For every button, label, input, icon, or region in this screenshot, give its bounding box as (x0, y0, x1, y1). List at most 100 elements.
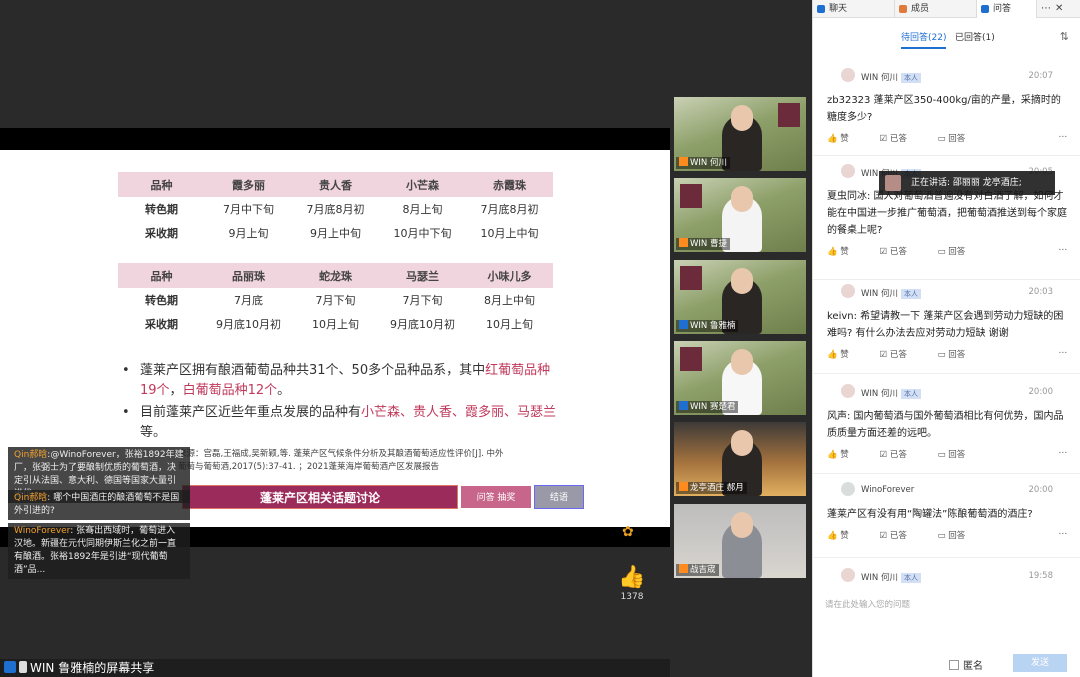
asker-name: WIN 何川本人 (861, 387, 921, 399)
share-status-bar: WIN 鲁雅楠的屏幕共享 (0, 659, 670, 677)
question-header: WIN 何川 本人 20:07 (827, 68, 1067, 86)
tab-pending[interactable]: 待回答(22) (901, 30, 947, 49)
like-action[interactable]: 👍 赞 (827, 531, 863, 541)
qa-lottery-button[interactable]: 问答 抽奖 (460, 485, 532, 509)
reply-action[interactable]: ▭ 回答 (938, 450, 980, 460)
tab-chat[interactable]: 聊天 (813, 0, 895, 18)
like-action[interactable]: 👍 赞 (827, 450, 863, 460)
more-icon[interactable]: ⋯ (1059, 132, 1068, 142)
question-input[interactable]: 请在此处输入您的问题 (813, 598, 1080, 610)
table-cell: 转色期 (145, 203, 178, 216)
table-cell: 10月上中旬 (480, 227, 539, 240)
more-options-icon[interactable]: ⋯ (1041, 0, 1051, 17)
table-cell: 7月底8月初 (480, 203, 539, 216)
question-item: WIN 何川 本人 19:58 (813, 568, 1080, 590)
checkbox-icon (949, 660, 959, 670)
tab-label: 成员 (911, 4, 930, 14)
table-cell: 7月中下旬 (223, 203, 274, 216)
chat-icon (817, 5, 825, 13)
reply-action[interactable]: ▭ 回答 (938, 531, 980, 541)
video-tile[interactable]: WIN 鲁雅楠 (674, 260, 806, 334)
table-cell: 7月底 (234, 294, 263, 307)
action-label: 回答 (948, 247, 966, 257)
qa-subtabs: 待回答(22) 已回答(1) ⇅ (813, 30, 1080, 52)
more-icon[interactable]: ⋯ (1059, 448, 1068, 458)
like-action[interactable]: 👍 赞 (827, 247, 863, 257)
action-label: 赞 (840, 247, 849, 257)
chat-overlay-message: WinoForever: 张骞出西域时，葡萄进入汉地。新疆在元代同期伊斯兰化之前… (8, 523, 190, 579)
question-actions: 👍 赞 ☑ 已答 ▭ 回答 ⋯ (827, 245, 1067, 263)
anonymous-checkbox[interactable]: 匿名 (949, 657, 983, 672)
close-icon[interactable]: ✕ (1055, 0, 1063, 17)
video-caption: 战吉宬 (676, 564, 719, 576)
asker-name-text: WIN 何川 (861, 389, 898, 399)
table-cell: 9月底10月初 (390, 318, 455, 331)
question-actions: 👍 赞 ☑ 已答 ▭ 回答 ⋯ (827, 529, 1067, 547)
speaking-text: 正在讲话: 邵丽丽 龙亭酒庄; (911, 178, 1022, 188)
table-header-cell: 贵人香 (292, 172, 379, 197)
video-tile[interactable]: WIN 赛楚君 (674, 341, 806, 415)
answered-action[interactable]: ☑ 已答 (880, 531, 921, 541)
more-icon[interactable]: ⋯ (1059, 245, 1068, 255)
question-text: 蓬莱产区有没有用“陶罐法”陈酿葡萄酒的酒庄? (827, 509, 1033, 520)
chat-sender: Qin郝晗 (14, 450, 48, 460)
video-tile[interactable]: 龙亭酒庄 郝月 (674, 422, 806, 496)
conclusion-button[interactable]: 结语 (534, 485, 584, 509)
table-row: 转色期 7月中下旬 7月底8月初 8月上旬 7月底8月初 (118, 197, 553, 221)
harvest-table-2: 品种 品丽珠 蛇龙珠 马瑟兰 小味儿多 转色期 7月底 7月下旬 7月下旬 8月… (118, 263, 553, 336)
more-icon[interactable]: ⋯ (1059, 348, 1068, 358)
action-label: 赞 (840, 450, 849, 460)
video-tile[interactable]: WIN 曹捷 (674, 178, 806, 252)
tab-members[interactable]: 成员 (895, 0, 977, 18)
table-cell: 7月下旬 (402, 294, 443, 307)
table-header-cell: 品丽珠 (205, 263, 292, 288)
table-row: 转色期 7月底 7月下旬 7月下旬 8月上中旬 (118, 288, 553, 312)
bullet-text: 。 (277, 383, 291, 398)
slide-source-note: 来源：宫磊,王福成,吴新颖,等. 蓬莱产区气候条件分析及其酿酒葡萄适应性评价[J… (178, 449, 504, 472)
question-text: zb32323 蓬莱产区350-400kg/亩的产量，采摘时的糖度多少? (827, 95, 1061, 123)
asker-name: WinoForever (861, 485, 914, 495)
question-item: WIN 何川 本人 20:07 zb32323 蓬莱产区350-400kg/亩的产… (813, 68, 1080, 156)
like-action[interactable]: 👍 赞 (827, 350, 863, 360)
reply-action[interactable]: ▭ 回答 (938, 134, 980, 144)
tab-label: 聊天 (829, 4, 848, 14)
bullet-text: 蓬莱产区拥有酿酒葡萄品种共31个、50多个品种品系，其中 (140, 363, 486, 378)
more-icon[interactable]: ⋯ (1059, 529, 1068, 539)
answered-action[interactable]: ☑ 已答 (880, 134, 921, 144)
reply-action[interactable]: ▭ 回答 (938, 247, 980, 257)
question-actions: 👍 赞 ☑ 已答 ▭ 回答 ⋯ (827, 132, 1067, 150)
question-time: 20:03 (1028, 287, 1054, 297)
avatar (841, 284, 855, 298)
answered-action[interactable]: ☑ 已答 (880, 350, 921, 360)
video-caption: WIN 曹捷 (676, 238, 730, 250)
video-caption: WIN 何川 (676, 157, 730, 169)
tab-qa[interactable]: 问答 (977, 0, 1037, 18)
tab-answered[interactable]: 已回答(1) (955, 30, 995, 43)
participant-face (731, 349, 753, 375)
like-button[interactable]: 👍 1378 (618, 566, 646, 603)
avatar (841, 482, 855, 496)
participant-face (731, 186, 753, 212)
table-header-cell: 小芒森 (379, 172, 466, 197)
bullet-text: 等。 (140, 425, 167, 440)
question-item: WIN 何川 本人 20:03 keivn: 希望请教一下 蓬莱产区会遇到劳动力短… (813, 284, 1080, 374)
video-tile[interactable]: WIN 何川 (674, 97, 806, 171)
reply-action[interactable]: ▭ 回答 (938, 350, 980, 360)
win-logo-icon (680, 266, 702, 290)
answered-action[interactable]: ☑ 已答 (880, 450, 921, 460)
mic-icon (679, 320, 688, 329)
participant-name: WIN 何川 (690, 158, 727, 168)
question-header: WIN 何川 本人 20:00 (827, 384, 1067, 402)
bullet-item: 目前蓬莱产区近些年重点发展的品种有小芒森、贵人香、霞多丽、马瑟兰等。 (120, 403, 560, 443)
question-actions: 👍 赞 ☑ 已答 ▭ 回答 ⋯ (827, 448, 1067, 466)
sort-icon[interactable]: ⇅ (1060, 30, 1069, 43)
answered-action[interactable]: ☑ 已答 (880, 247, 921, 257)
mic-icon (679, 564, 688, 573)
harvest-table-1: 品种 霞多丽 贵人香 小芒森 赤霞珠 转色期 7月中下旬 7月底8月初 8月上旬… (118, 172, 553, 245)
send-button[interactable]: 发送 (1013, 654, 1067, 672)
asker-name-text: WinoForever (861, 485, 915, 495)
participant-face (731, 105, 753, 131)
like-action[interactable]: 👍 赞 (827, 134, 863, 144)
video-tile[interactable]: 战吉宬 (674, 504, 806, 578)
participant-name: WIN 鲁雅楠 (690, 321, 736, 331)
